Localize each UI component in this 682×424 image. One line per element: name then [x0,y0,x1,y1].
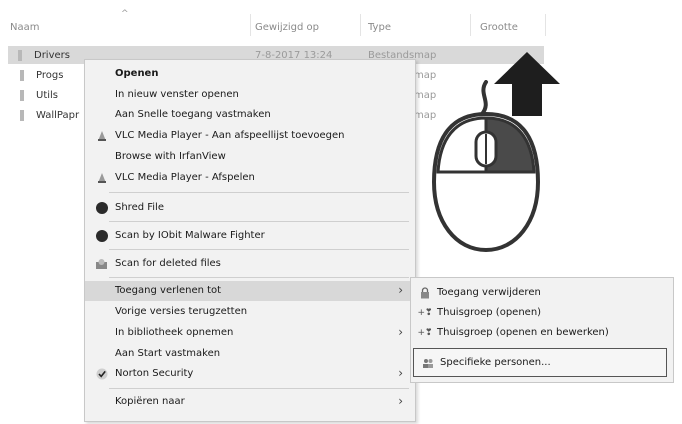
chevron-right-icon: › [398,325,403,339]
submenu-give-access: Toegang verwijderen +❣ Thuisgroep (opene… [410,277,674,383]
menu-item-iobit-scan[interactable]: Scan by IObit Malware Fighter [85,226,415,246]
submenu-item-label: Toegang verwijderen [437,287,541,298]
submenu-item-homegroup-view[interactable]: +❣ Thuisgroep (openen) [411,303,673,323]
menu-item-label: Openen [115,68,159,79]
chevron-right-icon: › [398,366,403,380]
menu-item-include-library[interactable]: In bibliotheek opnemen › [85,323,415,343]
menu-item-label: In bibliotheek opnemen [115,327,234,338]
menu-item-label: Aan Start vastmaken [115,348,221,359]
menu-item-open-new-window[interactable]: In nieuw venster openen [85,85,415,105]
folder-icon [20,109,24,121]
vlc-icon [95,171,108,184]
menu-item-pin-start[interactable]: Aan Start vastmaken [85,344,415,364]
menu-separator [109,249,409,250]
menu-item-label: Aan Snelle toegang vastmaken [115,109,271,120]
homegroup-icon: +❣ [417,307,433,318]
sort-ascending-icon: ^ [121,9,129,19]
submenu-item-specific-people[interactable]: Specifieke personen... [413,348,667,377]
norton-icon [95,367,108,380]
shred-icon [95,201,108,214]
column-header-name[interactable]: Naam [10,22,39,33]
menu-separator [109,388,409,389]
menu-item-label: Shred File [115,202,164,213]
table-row[interactable]: Progs [10,66,63,84]
menu-item-vlc-add-playlist[interactable]: VLC Media Player - Aan afspeellijst toev… [85,126,415,146]
file-name: Utils [36,89,59,101]
folder-icon [20,89,24,101]
menu-item-label: Toegang verlenen tot [115,285,222,296]
column-separator[interactable] [470,14,471,36]
context-menu: Openen In nieuw venster openen Aan Snell… [84,59,416,422]
menu-item-vlc-play[interactable]: VLC Media Player - Afspelen [85,168,415,188]
menu-item-shred-file[interactable]: Shred File [85,198,415,218]
column-header-size[interactable]: Grootte [480,22,518,33]
submenu-item-label: Thuisgroep (openen en bewerken) [437,327,609,338]
submenu-item-label: Specifieke personen... [440,357,551,368]
menu-item-label: In nieuw venster openen [115,89,239,100]
menu-item-label: VLC Media Player - Afspelen [115,172,255,183]
menu-item-pin-quick-access[interactable]: Aan Snelle toegang vastmaken [85,105,415,125]
menu-item-openen[interactable]: Openen [85,64,415,84]
menu-item-label: Scan by IObit Malware Fighter [115,230,265,241]
column-header-modified[interactable]: Gewijzigd op [255,22,319,33]
menu-item-label: Scan for deleted files [115,258,221,269]
submenu-item-homegroup-edit[interactable]: +❣ Thuisgroep (openen en bewerken) [411,323,673,343]
column-header-type[interactable]: Type [368,22,391,33]
menu-item-irfanview[interactable]: Browse with IrfanView [85,147,415,167]
menu-separator [109,277,409,278]
menu-item-copy-to[interactable]: Kopiëren naar › [85,392,415,412]
people-icon [422,356,434,369]
recover-icon [95,257,108,270]
iobit-icon [95,229,108,242]
table-row[interactable]: Utils [10,86,58,104]
submenu-item-remove-access[interactable]: Toegang verwijderen [411,283,673,303]
folder-icon [20,69,24,81]
table-row[interactable]: WallPapr [10,106,79,124]
file-name: Progs [36,69,64,81]
chevron-right-icon: › [398,394,403,408]
vlc-icon [95,129,108,142]
column-separator[interactable] [360,14,361,36]
file-name: WallPapr [36,109,80,121]
mouse-icon [431,80,541,253]
menu-item-give-access[interactable]: Toegang verlenen tot › [85,281,415,301]
chevron-right-icon: › [398,283,403,297]
menu-item-label: VLC Media Player - Aan afspeellijst toev… [115,130,345,141]
column-separator[interactable] [545,14,546,36]
file-name: Drivers [34,49,70,61]
menu-separator [109,192,409,193]
menu-item-restore-versions[interactable]: Vorige versies terugzetten [85,302,415,322]
menu-item-scan-deleted[interactable]: Scan for deleted files [85,254,415,274]
menu-item-label: Norton Security [115,368,194,379]
menu-item-label: Kopiëren naar [115,396,185,407]
menu-item-label: Browse with IrfanView [115,151,226,162]
folder-icon [18,49,22,61]
menu-item-label: Vorige versies terugzetten [115,306,248,317]
lock-icon [419,286,431,299]
menu-item-norton[interactable]: Norton Security › [85,364,415,384]
submenu-item-label: Thuisgroep (openen) [437,307,542,318]
column-separator[interactable] [250,14,251,36]
homegroup-icon: +❣ [417,327,433,338]
menu-separator [109,221,409,222]
